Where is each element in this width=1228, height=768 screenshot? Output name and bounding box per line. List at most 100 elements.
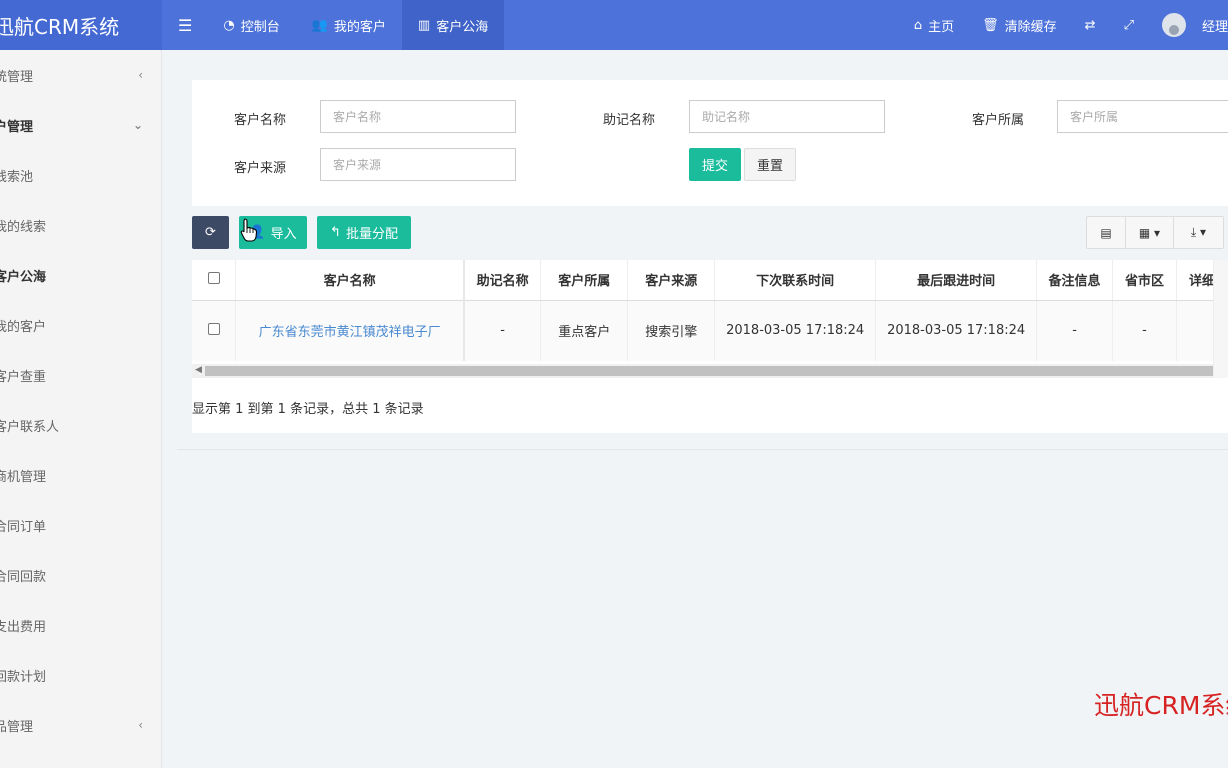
columns-button[interactable]: ▦ ▾ [1125, 217, 1173, 248]
column-header[interactable]: 客户所属 [540, 260, 629, 301]
column-header[interactable]: 客户来源 [627, 260, 716, 301]
sidebar-toggle-button[interactable]: ☰ [162, 0, 207, 50]
trash-icon: 🗑 [982, 17, 999, 33]
watermark: 迅航CRM系统 [1094, 691, 1228, 720]
import-label: 导入 [270, 227, 297, 242]
home-link[interactable]: ⌂ 主页 [900, 16, 968, 35]
customer-table-container: 客户名称 助记名称 客户所属 客户来源 下次联系时间 最后跟进时间 备注信息 省… [192, 260, 1228, 433]
select-all-checkbox[interactable] [207, 271, 220, 284]
row-checkbox[interactable] [207, 322, 220, 335]
sidebar-item-label: 合同订单 [0, 519, 47, 535]
download-icon: ⤓ ▾ [1190, 225, 1207, 239]
clear-cache-button[interactable]: 🗑 清除缓存 [968, 16, 1071, 35]
batch-assign-label: 批量分配 [345, 227, 398, 242]
dashboard-icon: ◔ [223, 17, 235, 33]
nav-tab-label: 我的客户 [333, 19, 386, 35]
customer-source-input[interactable] [320, 148, 516, 181]
nav-tab-dashboard[interactable]: ◔ 控制台 [207, 0, 295, 50]
nav-tab-my-customers[interactable]: 👥 我的客户 [296, 0, 402, 50]
top-navbar: 迅航CRM系统 ☰ ◔ 控制台 👥 我的客户 ▥ 客户公海 ⌂ 主页 🗑 清除缓… [0, 0, 1228, 50]
sidebar-item-label: 统管理 [0, 69, 34, 85]
fullscreen-button[interactable]: ⤢ [1110, 18, 1148, 33]
search-form: 客户名称 助记名称 客户所属 客户来源 提交 重置 [192, 80, 1228, 206]
sidebar-item[interactable]: 我的客户 [0, 300, 161, 350]
customer-table: 客户名称 助记名称 客户所属 客户来源 下次联系时间 最后跟进时间 备注信息 省… [192, 260, 1228, 361]
table-cell: - [1036, 300, 1114, 361]
table-cell: 2018-03-05 17:18:24 [875, 300, 1038, 361]
sidebar-item-label: 我的客户 [0, 319, 47, 335]
customer-name-input[interactable] [320, 100, 516, 133]
sidebar-item[interactable]: 合同订单 [0, 500, 161, 550]
reset-button[interactable]: 重置 [744, 148, 796, 181]
sidebar-item-label: 合同回款 [0, 569, 47, 585]
sidebar-item[interactable]: 客户联系人 [0, 400, 161, 450]
users-icon: 👥 [311, 17, 328, 33]
column-header[interactable]: 客户名称 [235, 260, 465, 301]
sidebar-item[interactable]: 线索池 [0, 150, 161, 200]
scrollbar-thumb[interactable] [205, 366, 1213, 376]
sidebar-item[interactable]: 统管理 ‹ [0, 50, 161, 100]
scroll-left-icon[interactable]: ◀ [195, 365, 202, 375]
customer-name-label: 客户名称 [234, 113, 287, 128]
table-cell: 2018-03-05 17:18:24 [714, 300, 877, 361]
sidebar-item-label: 我的线索 [0, 219, 47, 235]
table-tools: ▤ ▦ ▾ ⤓ ▾ [1086, 216, 1224, 249]
table-header-row: 客户名称 助记名称 客户所属 客户来源 下次联系时间 最后跟进时间 备注信息 省… [192, 260, 1228, 301]
customer-name-link[interactable]: 广东省东莞市黄江镇茂祥电子厂 [235, 300, 465, 361]
column-header[interactable]: 最后跟进时间 [875, 260, 1038, 301]
sidebar-item[interactable]: 客户查重 [0, 350, 161, 400]
app-title: 迅航CRM系统 [0, 14, 120, 39]
pagination-summary: 显示第 1 到第 1 条记录，总共 1 条记录 [192, 402, 424, 417]
sidebar-item[interactable]: 支出费用 [0, 600, 161, 650]
chevron-icon: ‹ [138, 718, 143, 732]
sidebar-item-label: 回款计划 [0, 669, 47, 685]
table-cell: - [463, 300, 542, 361]
sidebar-item-label: 品管理 [0, 719, 34, 735]
column-header[interactable]: 备注信息 [1036, 260, 1114, 301]
avatar [1161, 13, 1186, 37]
reply-icon: ↰ [330, 225, 341, 240]
sidebar-item-label: 支出费用 [0, 619, 47, 635]
column-header[interactable]: 省市区 [1112, 260, 1177, 301]
row-select-cell [192, 300, 237, 361]
submit-button[interactable]: 提交 [689, 148, 741, 181]
sidebar-item-label: 商机管理 [0, 469, 47, 485]
user-menu[interactable]: 经理 [1148, 13, 1228, 37]
customer-source-label: 客户来源 [234, 161, 287, 176]
toggle-view-button[interactable]: ▤ [1087, 217, 1125, 248]
select-all-cell [192, 260, 237, 301]
sidebar-item[interactable]: 商机管理 [0, 450, 161, 500]
sidebar-item[interactable]: 我的线索 [0, 200, 161, 250]
horizontal-scrollbar[interactable]: ◀ [192, 364, 1213, 378]
customer-owner-input[interactable] [1057, 100, 1228, 133]
table-cell: 重点客户 [540, 300, 629, 361]
top-nav: ☰ ◔ 控制台 👥 我的客户 ▥ 客户公海 [162, 0, 505, 50]
sidebar-item-label: 线索池 [0, 169, 34, 185]
nav-tab-label: 控制台 [240, 19, 280, 35]
table-cell: 搜索引擎 [627, 300, 716, 361]
translate-button[interactable]: ⇄ [1071, 18, 1110, 33]
column-header[interactable]: 下次联系时间 [714, 260, 877, 301]
list-icon: ▤ [1100, 225, 1112, 240]
sidebar-item[interactable]: 户管理 ⌄ [0, 100, 161, 150]
sidebar-item-label: 客户联系人 [0, 419, 60, 435]
sidebar-item[interactable]: 品管理 ‹ [0, 700, 161, 750]
mnemonic-name-input[interactable] [689, 100, 885, 133]
sidebar-item[interactable]: 客户公海 [0, 250, 161, 300]
customer-owner-label: 客户所属 [972, 113, 1025, 128]
refresh-button[interactable]: ⟳ [192, 216, 229, 249]
export-button[interactable]: ⤓ ▾ [1173, 217, 1223, 248]
column-header[interactable]: 助记名称 [463, 260, 542, 301]
sidebar-item[interactable]: 合同回款 [0, 550, 161, 600]
app-logo[interactable]: 迅航CRM系统 [0, 0, 162, 50]
sidebar: 统管理 ‹ 户管理 ⌄ 线索池 我的线索 客户公海 我的客户 客户查重 客户联系人 商机管理 合同订单… [0, 50, 162, 768]
nav-tab-customer-pool[interactable]: ▥ 客户公海 [401, 0, 505, 50]
refresh-icon: ⟳ [205, 225, 216, 240]
sidebar-item-label: 客户公海 [0, 269, 47, 285]
sidebar-item[interactable]: 回款计划 [0, 650, 161, 700]
vertical-scrollbar[interactable] [1213, 260, 1228, 378]
home-label: 主页 [928, 19, 955, 35]
table-row[interactable]: 广东省东莞市黄江镇茂祥电子厂 - 重点客户 搜索引擎 2018-03-05 17… [192, 300, 1228, 361]
batch-assign-button[interactable]: ↰ 批量分配 [317, 216, 411, 249]
home-icon: ⌂ [913, 17, 923, 33]
